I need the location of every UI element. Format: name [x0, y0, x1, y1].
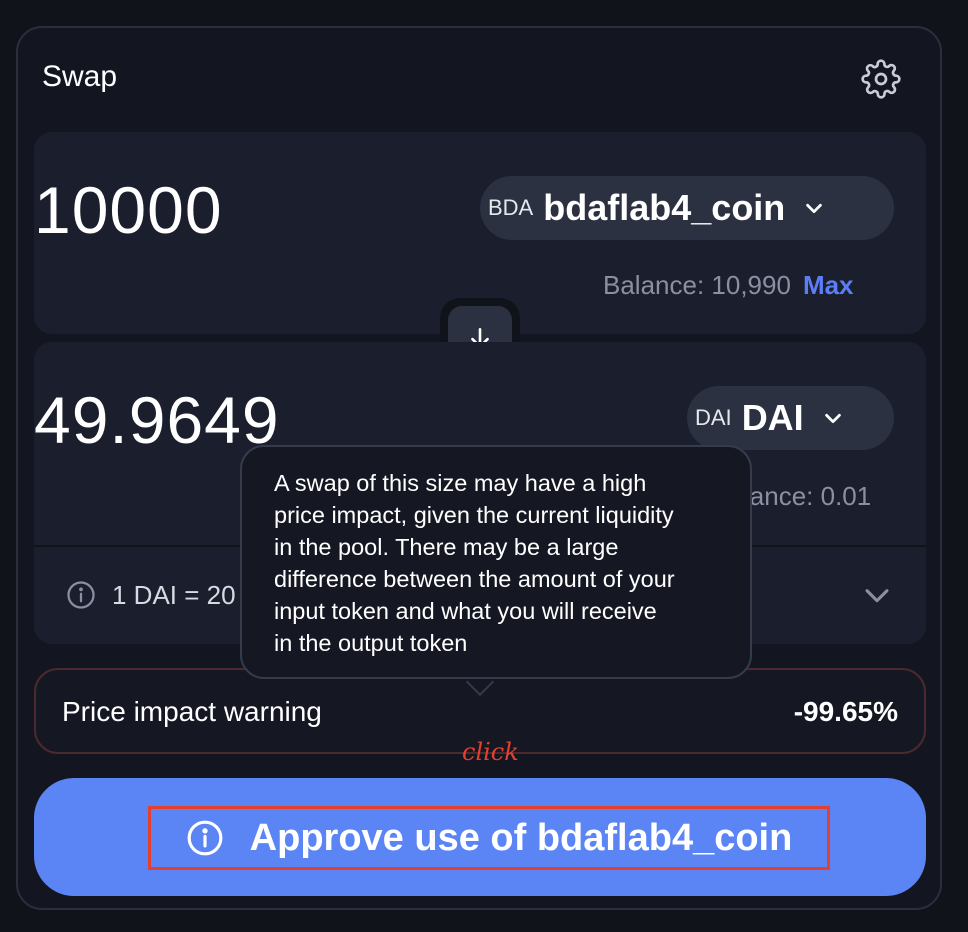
exchange-rate-text: 1 DAI = 20	[112, 579, 236, 610]
approve-button-label: Approve use of bdaflab4_coin	[249, 816, 793, 859]
tooltip-line: in the pool. There may be a large	[274, 534, 619, 560]
from-balance: Balance: 10,990 Max	[603, 270, 854, 301]
chevron-down-icon	[824, 413, 841, 424]
from-token-symbol: BDA	[488, 195, 534, 220]
from-amount-input[interactable]: 10000	[34, 172, 223, 248]
max-button[interactable]: Max	[803, 270, 854, 300]
settings-button[interactable]	[858, 56, 904, 102]
info-icon	[67, 581, 95, 609]
info-icon	[187, 820, 223, 856]
exchange-rate-row[interactable]: 1 DAI = 20	[66, 575, 236, 615]
to-balance: lance: 0.01	[744, 481, 872, 511]
click-annotation: click	[462, 738, 519, 766]
to-token-selector[interactable]: DAI DAI	[687, 386, 894, 450]
from-token-selector[interactable]: BDA bdaflab4_coin	[480, 176, 894, 240]
price-impact-tooltip: A swap of this size may have a high pric…	[240, 445, 752, 679]
to-token-symbol: DAI	[695, 405, 732, 430]
to-amount-input[interactable]: 49.9649	[34, 382, 280, 458]
tooltip-line: A swap of this size may have a high	[274, 470, 647, 496]
from-balance-text: Balance: 10,990	[603, 270, 791, 300]
price-impact-value: -99.65%	[793, 696, 898, 727]
gear-icon	[861, 59, 901, 99]
chevron-down-icon	[806, 203, 823, 214]
approve-button-highlight[interactable]: Approve use of bdaflab4_coin	[148, 806, 830, 870]
price-impact-label: Price impact warning	[62, 696, 322, 727]
tooltip-line: price impact, given the current liquidit…	[274, 502, 674, 528]
page-title: Swap	[42, 60, 118, 93]
to-token-name: DAI	[741, 397, 804, 438]
from-token-name: bdaflab4_coin	[543, 187, 786, 228]
tooltip-line: input token and what you will receive	[274, 598, 657, 624]
tooltip-line: in the output token	[274, 630, 468, 656]
chevron-down-icon[interactable]	[860, 578, 894, 612]
tooltip-line: difference between the amount of your	[274, 566, 675, 592]
